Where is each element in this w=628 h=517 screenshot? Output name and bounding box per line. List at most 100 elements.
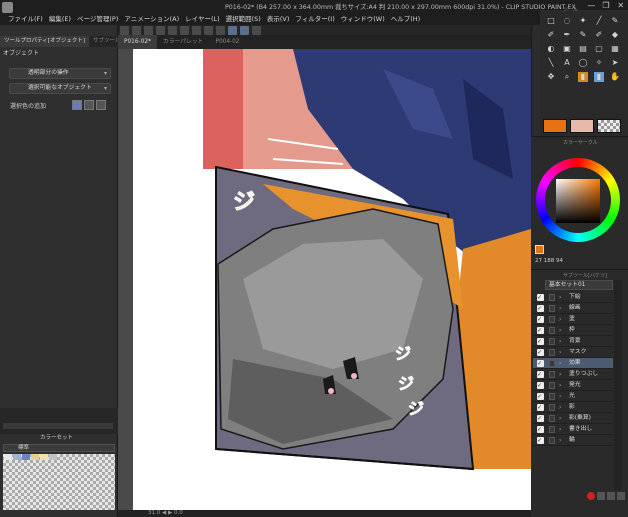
marquee-tool-icon[interactable]: □: [546, 16, 556, 26]
chevron-right-icon[interactable]: ›: [559, 314, 561, 325]
new-icon[interactable]: [120, 26, 129, 35]
chevron-right-icon[interactable]: ›: [559, 424, 561, 435]
save-icon[interactable]: [144, 26, 153, 35]
tab-color-palette[interactable]: カラーパレット: [157, 35, 210, 49]
redo-icon[interactable]: [168, 26, 177, 35]
pencil-tool-icon[interactable]: ✐: [546, 30, 556, 40]
visibility-check-icon[interactable]: [537, 325, 544, 336]
lasso-tool-icon[interactable]: ◌: [562, 16, 572, 26]
visibility-check-icon[interactable]: [537, 369, 544, 380]
snap-icon[interactable]: [228, 26, 237, 35]
pen-tool-icon[interactable]: ✎: [610, 16, 620, 26]
operation-tool-icon[interactable]: ➤: [610, 58, 620, 68]
correction-icon[interactable]: ✧: [594, 58, 604, 68]
chevron-right-icon[interactable]: ›: [559, 347, 561, 358]
decoration-icon[interactable]: ✐: [594, 30, 604, 40]
color-icon[interactable]: ▮: [594, 72, 604, 82]
hand-tool-icon[interactable]: ✋: [610, 72, 620, 82]
chevron-right-icon[interactable]: ›: [559, 369, 561, 380]
layer-row[interactable]: ›輪: [533, 435, 613, 446]
visibility-check-icon[interactable]: [537, 402, 544, 413]
layer-row[interactable]: › 発光: [533, 380, 613, 391]
chevron-right-icon[interactable]: ›: [559, 413, 561, 424]
visibility-check-icon[interactable]: [537, 413, 544, 424]
color-set-select[interactable]: 標準: [3, 444, 115, 452]
manga-artwork[interactable]: ジ ジ ジ ジ: [133, 49, 531, 510]
brush-tool-icon[interactable]: ✒: [562, 30, 572, 40]
layer-row[interactable]: ›枠: [533, 325, 613, 336]
deselect-icon[interactable]: [204, 26, 213, 35]
menu-edit[interactable]: 編集(E): [49, 13, 71, 24]
fill-active-icon[interactable]: ▮: [578, 72, 588, 82]
layer-row[interactable]: › 影(乗算): [533, 413, 613, 424]
layer-row[interactable]: ›塗: [533, 314, 613, 325]
layer-row[interactable]: ›光: [533, 391, 613, 402]
chevron-right-icon[interactable]: ›: [559, 303, 561, 314]
invert-icon[interactable]: [216, 26, 225, 35]
ruler-tool-icon[interactable]: ╲: [546, 58, 556, 68]
menu-file[interactable]: ファイル(F): [8, 13, 43, 24]
add-color-icon[interactable]: [84, 100, 94, 110]
layer-scrollbar[interactable]: [614, 280, 622, 490]
chevron-right-icon[interactable]: ›: [559, 292, 561, 303]
layer-row[interactable]: › 下絵: [533, 292, 613, 303]
play-icon[interactable]: [597, 492, 605, 500]
clear-icon[interactable]: [180, 26, 189, 35]
tab-document-p004[interactable]: P004-02: [209, 35, 245, 49]
layer-row[interactable]: › 塗りつぶし: [533, 369, 613, 380]
swatch[interactable]: [49, 454, 57, 460]
undo-icon[interactable]: [156, 26, 165, 35]
chevron-right-icon[interactable]: ›: [559, 391, 561, 402]
menu-filter[interactable]: フィルター(I): [295, 13, 334, 24]
layer-row[interactable]: › 線画: [533, 303, 613, 314]
visibility-check-icon[interactable]: [537, 292, 544, 303]
menu-selection[interactable]: 選択範囲(S): [226, 13, 261, 24]
visibility-check-icon[interactable]: [537, 391, 544, 402]
grid-snap-icon[interactable]: [252, 26, 261, 35]
gradient-icon[interactable]: ▤: [578, 44, 588, 54]
visibility-check-icon[interactable]: [537, 314, 544, 325]
layer-row[interactable]: › 書き出し: [533, 424, 613, 435]
chevron-right-icon[interactable]: ›: [559, 380, 561, 391]
menu-animation[interactable]: アニメーション(A): [124, 13, 179, 24]
zoom-tool-icon[interactable]: ⌕: [562, 72, 572, 82]
swatch[interactable]: [22, 454, 30, 460]
transparent-color-chip[interactable]: [597, 119, 621, 133]
frame-tool-icon[interactable]: ▦: [610, 44, 620, 54]
swatch[interactable]: [4, 454, 12, 460]
figure-tool-icon[interactable]: ▢: [594, 44, 604, 54]
balloon-tool-icon[interactable]: ◯: [578, 58, 588, 68]
main-color-chip[interactable]: [543, 119, 567, 133]
tab-document-p016[interactable]: P016-02*: [118, 35, 157, 49]
color-mode-icon[interactable]: [72, 100, 82, 110]
tab-color-set[interactable]: カラーセット: [40, 433, 73, 441]
color-swatch-grid[interactable]: [3, 454, 115, 510]
magic-wand-icon[interactable]: ✦: [578, 16, 588, 26]
visibility-check-icon[interactable]: [537, 303, 544, 314]
transparency-dropdown[interactable]: 透明部分の操作 ▾: [9, 68, 111, 79]
layer-row[interactable]: › 背景: [533, 336, 613, 347]
eraser-icon[interactable]: ◆: [610, 30, 620, 40]
swatch[interactable]: [40, 454, 48, 460]
layer-row[interactable]: › マスク: [533, 347, 613, 358]
menu-help[interactable]: ヘルプ(H): [391, 13, 420, 24]
selectable-object-dropdown[interactable]: 選択可能なオブジェクト ▾: [9, 83, 111, 94]
saturation-value-square[interactable]: [556, 179, 600, 223]
visibility-check-icon[interactable]: [537, 358, 544, 369]
move-tool-icon[interactable]: ✥: [546, 72, 556, 82]
visibility-check-icon[interactable]: [537, 347, 544, 358]
chevron-right-icon[interactable]: ›: [559, 325, 561, 336]
menu-window[interactable]: ウィンドウ(W): [341, 13, 385, 24]
menu-view[interactable]: 表示(V): [267, 13, 290, 24]
layer-row[interactable]: ›影: [533, 402, 613, 413]
foreground-color-chip[interactable]: [535, 245, 544, 254]
remove-color-icon[interactable]: [96, 100, 106, 110]
text-tool-icon[interactable]: A: [562, 58, 572, 68]
blend-tool-icon[interactable]: ◐: [546, 44, 556, 54]
swatch[interactable]: [31, 454, 39, 460]
open-icon[interactable]: [132, 26, 141, 35]
fill-tool-icon[interactable]: ▣: [562, 44, 572, 54]
transform-icon[interactable]: [192, 26, 201, 35]
menu-layer[interactable]: レイヤー(L): [185, 13, 220, 24]
duplicate-icon[interactable]: [607, 492, 615, 500]
